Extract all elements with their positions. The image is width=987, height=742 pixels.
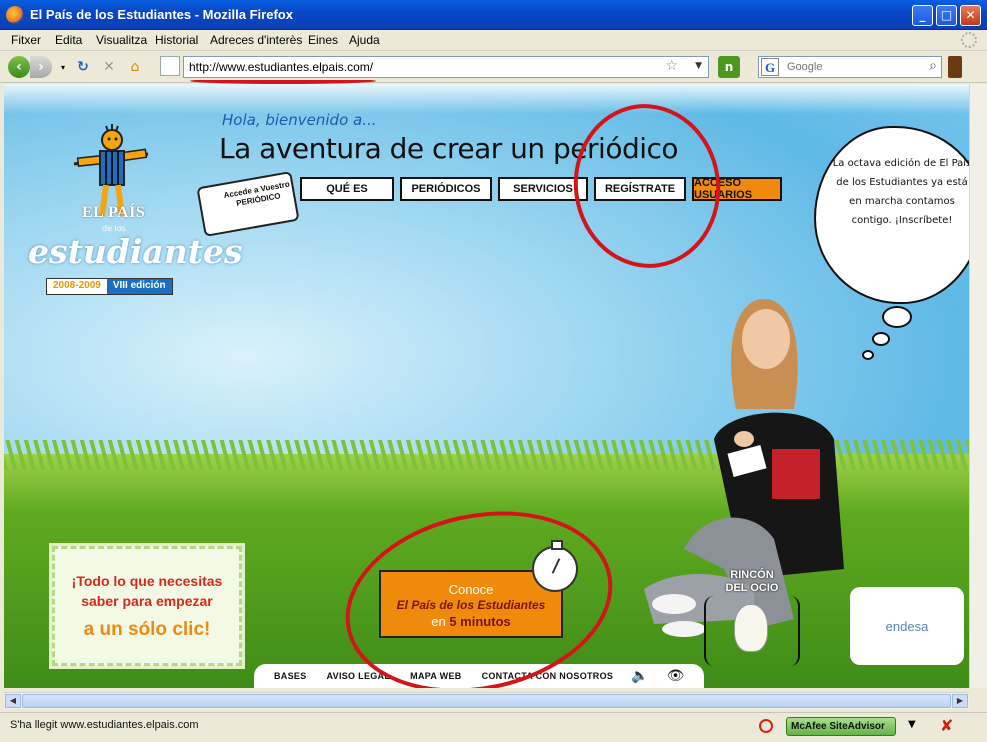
rincon-del-ocio-title[interactable]: RINCÓN DEL OCIO	[704, 569, 800, 595]
greeting-text: Hola, bienvenido a...	[222, 111, 377, 129]
web-content: EL PAÍS de los estudiantes 2008-2009 VII…	[4, 84, 969, 688]
menu-edita[interactable]: Edita	[55, 33, 82, 47]
search-box[interactable]: G ⌕	[758, 56, 942, 78]
mcafee-label: McAfee SiteAdvisor	[791, 721, 885, 732]
maximize-button[interactable]: □	[936, 5, 957, 26]
promo-line-3: a un sólo clic!	[83, 619, 211, 640]
edition-badge: 2008-2009 VIII edición	[46, 278, 173, 295]
addon-status-icon[interactable]: ✘	[940, 716, 953, 735]
conoce-line-3: en 5 minutos	[431, 614, 511, 629]
firefox-icon	[6, 6, 24, 24]
extension-icon[interactable]	[948, 56, 962, 78]
scroll-left-icon[interactable]: ◀	[5, 694, 21, 708]
footer-link-mapa-web[interactable]: MAPA WEB	[410, 671, 461, 681]
url-dropdown-icon[interactable]: ▼	[695, 61, 702, 71]
scroll-right-icon[interactable]: ▶	[952, 694, 968, 708]
bookmark-star-icon[interactable]: ☆	[665, 58, 678, 74]
conoce-line-2: El País de los Estudiantes	[396, 598, 546, 612]
minimize-button[interactable]: _	[912, 5, 933, 26]
avatar[interactable]	[734, 604, 768, 652]
footer-link-aviso-legal[interactable]: AVISO LEGAL	[327, 671, 391, 681]
logo-estudiantes[interactable]: estudiantes	[28, 232, 243, 271]
close-button[interactable]: ✕	[960, 5, 981, 26]
menu-fitxer[interactable]: Fitxer	[11, 33, 41, 47]
footer-link-contacta[interactable]: CONTACTA CON NOSOTROS	[482, 671, 614, 681]
nav-periodicos[interactable]: PERIÓDICOS	[400, 177, 492, 201]
eye-icon[interactable]: 👁	[667, 668, 685, 684]
edition-number: VIII edición	[106, 279, 172, 294]
annotation-underline-url	[190, 78, 376, 84]
nav-registrate[interactable]: REGÍSTRATE	[594, 177, 686, 201]
speech-bubble-text: La octava edición de El País de los Estu…	[832, 158, 969, 226]
search-icon[interactable]: ⌕	[929, 58, 937, 74]
menu-visualitza[interactable]: Visualitza	[96, 33, 147, 47]
endesa-sponsor-logo[interactable]: endesa	[850, 587, 964, 665]
speech-bubble: La octava edición de El País de los Estu…	[814, 126, 969, 304]
logo-elpais[interactable]: EL PAÍS	[82, 204, 145, 222]
url-bar[interactable]: http://www.estudiantes.elpais.com/ ☆ ▼	[183, 56, 709, 78]
newspaper-access-label: Accede a Vuestro PERIÓDICO	[222, 179, 291, 208]
stop-icon[interactable]: ✕	[98, 56, 120, 78]
mcafee-siteadvisor-button[interactable]: McAfee SiteAdvisor	[786, 717, 896, 736]
conoce-line-1: Conoce	[448, 582, 494, 597]
scrollbar-thumb[interactable]	[22, 694, 951, 708]
google-engine-icon[interactable]: G	[761, 58, 779, 76]
home-icon[interactable]: ⌂	[124, 56, 146, 78]
menu-ajuda[interactable]: Ajuda	[349, 33, 380, 47]
menu-eines[interactable]: Eines	[308, 33, 338, 47]
nav-servicios[interactable]: SERVICIOS	[498, 177, 588, 201]
forward-button[interactable]: ›	[30, 56, 52, 78]
promo-line-1: ¡Todo lo que necesitas	[71, 573, 223, 589]
speaker-icon[interactable]: 🔈	[631, 668, 648, 684]
navigation-toolbar: ‹ › ▾ ↻ ✕ ⌂ http://www.estudiantes.elpai…	[0, 51, 987, 83]
search-input[interactable]	[787, 59, 917, 75]
status-text: S'ha llegit www.estudiantes.elpais.com	[10, 719, 199, 731]
stopwatch-icon	[532, 540, 578, 592]
throbber-icon	[961, 32, 977, 48]
back-button[interactable]: ‹	[8, 56, 30, 78]
page-headline: La aventura de crear un periódico	[219, 132, 679, 165]
nav-acceso-usuarios[interactable]: ACCESO USUARIOS	[692, 177, 782, 201]
page-favicon-icon	[160, 56, 180, 76]
footer-link-bases[interactable]: BASES	[274, 671, 307, 681]
footer-links: BASES AVISO LEGAL MAPA WEB CONTACTA CON …	[254, 664, 704, 688]
title-bar: El País de los Estudiantes - Mozilla Fir…	[0, 0, 987, 30]
menu-adreces[interactable]: Adreces d'interès	[210, 33, 302, 47]
sponsor-name: endesa	[885, 618, 929, 634]
horizontal-scrollbar[interactable]: ◀ ▶	[4, 692, 969, 709]
history-dropdown-icon[interactable]: ▾	[58, 56, 68, 78]
nav-que-es[interactable]: QUÉ ES	[300, 177, 394, 201]
edition-years: 2008-2009	[47, 279, 107, 294]
url-text: http://www.estudiantes.elpais.com/	[189, 60, 374, 74]
status-bar: S'ha llegit www.estudiantes.elpais.com M…	[0, 712, 987, 742]
block-icon[interactable]	[759, 719, 773, 733]
reload-icon[interactable]: ↻	[72, 56, 94, 78]
menu-historial[interactable]: Historial	[155, 33, 198, 47]
newspaper-access-button[interactable]: Accede a Vuestro PERIÓDICO	[196, 171, 300, 237]
menu-bar: Fitxer Edita Visualitza Historial Adrece…	[0, 30, 987, 51]
window-title: El País de los Estudiantes - Mozilla Fir…	[30, 7, 293, 22]
addon-icon[interactable]: n	[718, 56, 740, 78]
main-nav: QUÉ ES PERIÓDICOS SERVICIOS REGÍSTRATE A…	[300, 177, 782, 201]
vertical-scrollbar[interactable]	[969, 84, 987, 688]
mcafee-dropdown-icon[interactable]: ▼	[908, 719, 916, 730]
promo-line-2: saber para empezar	[81, 593, 213, 609]
promo-box[interactable]: ¡Todo lo que necesitas saber para empeza…	[52, 546, 242, 666]
